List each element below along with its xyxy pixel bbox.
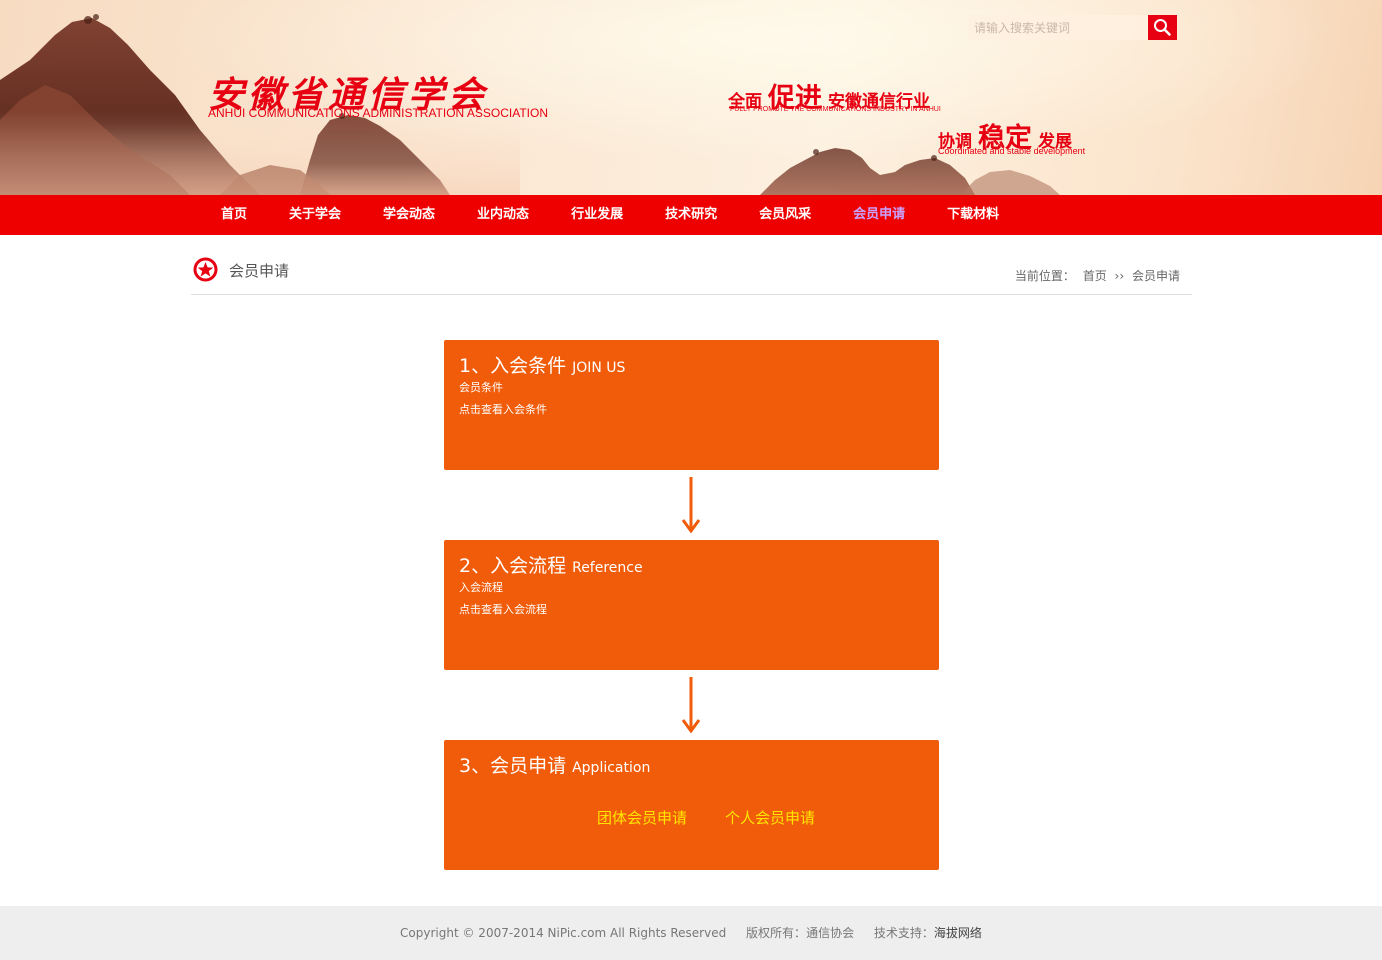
step-subtitle: 会员条件 [459,381,503,394]
nav-item-home[interactable]: 首页 [200,195,268,235]
search-box [968,15,1177,40]
nav-list: 首页 关于学会 学会动态 业内动态 行业发展 技术研究 会员风采 会员申请 下载… [200,195,1020,235]
nav-item-association-news[interactable]: 学会动态 [362,195,456,235]
nav-item-about[interactable]: 关于学会 [268,195,362,235]
breadcrumb-separator: ›› [1114,269,1125,283]
footer-copyright: Copyright © 2007-2014 NiPic.com All Righ… [400,926,727,940]
step-title-en: Application [572,760,651,776]
nav-item-member-showcase[interactable]: 会员风采 [738,195,832,235]
step-card-join-process: 2、入会流程 Reference 入会流程 点击查看入会流程 [444,540,939,670]
step-title: 3、会员申请 Application [459,751,650,778]
nav-item-tech-research[interactable]: 技术研究 [644,195,738,235]
group-member-application-link[interactable]: 团体会员申请 [597,807,687,828]
main-nav: 首页 关于学会 学会动态 业内动态 行业发展 技术研究 会员风采 会员申请 下载… [0,195,1382,235]
footer-owner-label: 版权所有： [746,926,807,940]
step-title-cn: 2、入会流程 [459,555,567,577]
individual-member-application-link[interactable]: 个人会员申请 [725,807,815,828]
breadcrumb-home-link[interactable]: 首页 [1083,269,1107,283]
step-title-en: Reference [572,560,643,576]
footer-owner: 版权所有：通信协会 [746,926,854,940]
site-logo-en: ANHUI COMMUNICATIONS ADMINISTRATION ASSO… [208,106,549,120]
view-join-conditions-link[interactable]: 点击查看入会条件 [459,401,547,417]
search-input[interactable] [968,15,1148,40]
page-title-bar: 会员申请 当前位置： 首页 ›› 会员申请 [191,250,1192,295]
breadcrumb-current: 会员申请 [1131,269,1180,283]
footer-support-link[interactable]: 海拔网络 [934,926,982,940]
step-card-join-conditions: 1、入会条件 JOIN US 会员条件 点击查看入会条件 [444,340,939,470]
footer-support-label: 技术支持： [873,926,934,940]
nav-item-industry-news[interactable]: 业内动态 [456,195,550,235]
nav-item-downloads[interactable]: 下载材料 [926,195,1020,235]
step-title-en: JOIN US [572,360,626,376]
nav-item-membership-application[interactable]: 会员申请 [832,195,926,235]
slogan-secondary-en: Coordinated and stable development [938,146,1086,156]
breadcrumb-label: 当前位置： [1014,269,1075,283]
nav-item-industry-development[interactable]: 行业发展 [550,195,644,235]
search-icon [1154,19,1171,36]
view-join-process-link[interactable]: 点击查看入会流程 [459,601,547,617]
header-banner: 安徽省通信学会 ANHUI COMMUNICATIONS ADMINISTRAT… [0,0,1382,195]
footer-support: 技术支持：海拔网络 [874,926,982,940]
step-subtitle: 入会流程 [459,581,503,594]
footer-owner-name: 通信协会 [806,926,855,940]
step-title: 2、入会流程 Reference [459,551,643,578]
page-title: 会员申请 [229,262,290,280]
step-card-application: 3、会员申请 Application 团体会员申请 个人会员申请 [444,740,939,870]
search-button[interactable] [1148,15,1177,40]
breadcrumb: 当前位置： 首页 ›› 会员申请 [1015,267,1184,284]
arrow-down-icon [681,677,701,733]
footer: Copyright © 2007-2014 NiPic.com All Righ… [0,906,1382,960]
slogan-primary-en: FULLY PROMOTE THE COMMUNICATIONS INDUSTR… [730,106,941,113]
star-badge-icon [193,257,218,282]
step-title-cn: 3、会员申请 [459,755,567,777]
arrow-down-icon [681,477,701,533]
step-title-cn: 1、入会条件 [459,355,567,377]
step-title: 1、入会条件 JOIN US [459,351,625,378]
